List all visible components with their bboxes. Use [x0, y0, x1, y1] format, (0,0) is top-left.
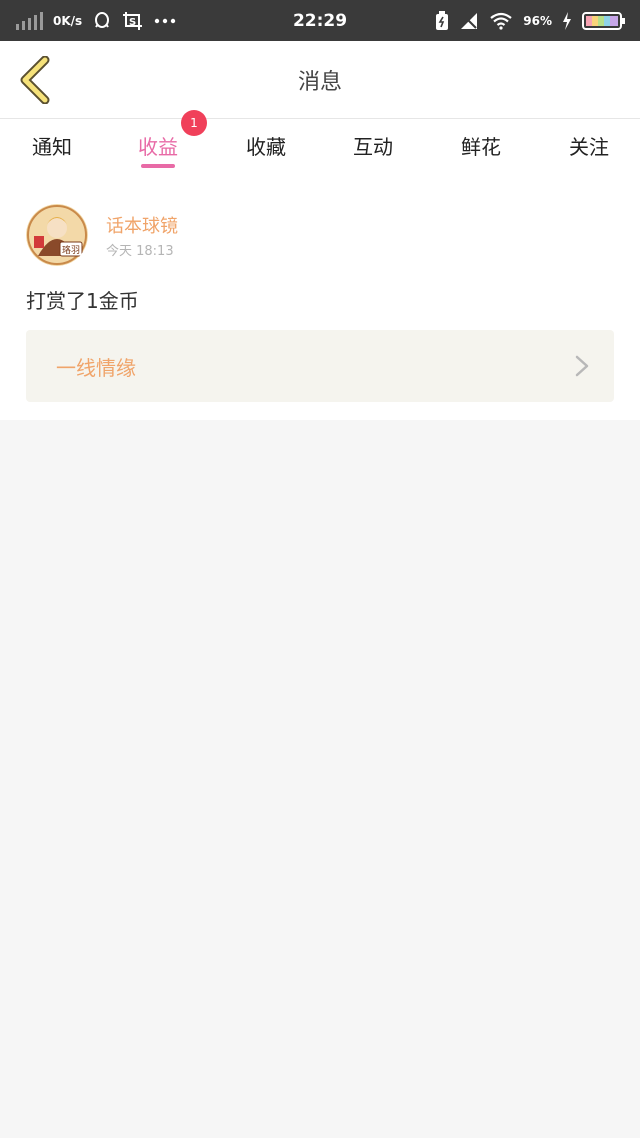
tab-favorites[interactable]: 收藏	[221, 119, 311, 171]
reward-message: 打赏了1金币	[26, 289, 139, 313]
unread-badge: 1	[181, 110, 207, 136]
book-link[interactable]: 一线情缘	[26, 330, 614, 402]
battery-icon	[582, 11, 626, 31]
tab-flowers[interactable]: 鲜花	[436, 119, 526, 171]
battery-percent: 96%	[523, 13, 552, 28]
tab-follows[interactable]: 关注	[544, 119, 634, 171]
header-bar: 消息	[0, 41, 640, 119]
tab-bar: 通知 收益 收藏 互动 鲜花 关注	[0, 119, 640, 171]
username[interactable]: 话本球镜	[106, 212, 178, 238]
page-title: 消息	[297, 70, 342, 95]
avatar-text: 珞羽	[62, 244, 80, 256]
active-tab-indicator	[141, 164, 175, 168]
status-right: 96%	[435, 0, 626, 41]
wifi-icon	[489, 12, 513, 30]
charging-icon	[562, 11, 572, 30]
book-title: 一线情缘	[56, 355, 136, 380]
battery-saver-icon	[435, 10, 449, 31]
tab-notify[interactable]: 通知	[7, 119, 97, 171]
notification-card: 珞羽 话本球镜 今天 18:13 打赏了1金币 一线情缘	[0, 171, 640, 420]
status-bar: 0K/s S 22:29 96%	[0, 0, 640, 41]
no-sim-icon	[459, 11, 479, 31]
tab-interactions[interactable]: 互动	[328, 119, 418, 171]
avatar[interactable]: 珞羽	[26, 204, 88, 266]
chevron-right-icon	[575, 355, 589, 377]
timestamp: 今天 18:13	[106, 244, 174, 259]
